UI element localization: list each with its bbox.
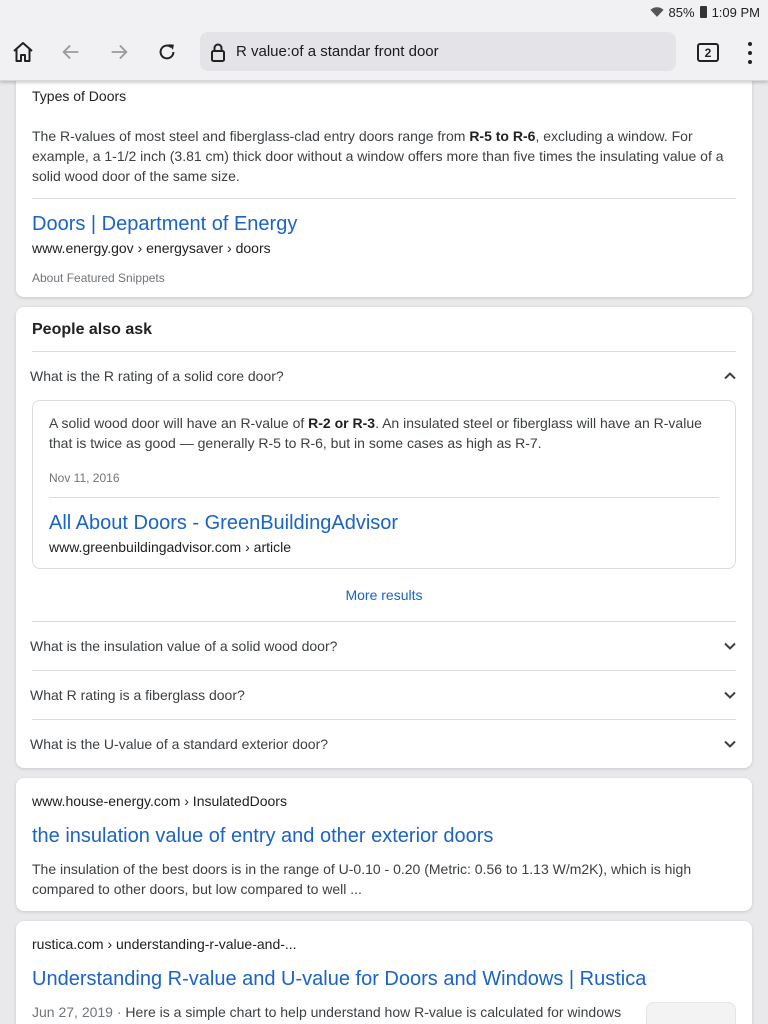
result-snippet: Jun 27, 2019 · Here is a simple chart to… <box>32 1004 622 1020</box>
paa-answer-box: A solid wood door will have an R-value o… <box>32 400 736 569</box>
battery-icon <box>699 6 707 18</box>
reload-button[interactable] <box>152 37 182 67</box>
forward-button[interactable] <box>104 37 134 67</box>
tabs-button[interactable]: 2 <box>697 43 719 62</box>
home-icon <box>13 42 33 62</box>
paa-question-expanded[interactable]: What is the R rating of a solid core doo… <box>16 352 752 398</box>
forward-arrow-icon <box>111 44 128 60</box>
result-date: Jun 27, 2019 <box>32 1004 113 1020</box>
battery-percent: 85% <box>668 4 695 20</box>
paa-question-text: What R rating is a fiberglass door? <box>30 687 245 703</box>
paa-answer-link-title[interactable]: All About Doors - GreenBuildingAdvisor <box>49 512 398 535</box>
paa-question[interactable]: What is the U-value of a standard exteri… <box>16 720 752 768</box>
result-title-link[interactable]: Understanding R-value and U-value for Do… <box>32 968 646 991</box>
paa-answer-date: Nov 11, 2016 <box>49 471 120 485</box>
paa-question-text: What is the insulation value of a solid … <box>30 638 338 654</box>
result-cite: www.house-energy.com › InsulatedDoors <box>32 793 287 809</box>
more-menu-button[interactable] <box>747 42 753 64</box>
result-title-link[interactable]: the insulation value of entry and other … <box>32 825 493 848</box>
paa-title: People also ask <box>32 321 153 338</box>
address-bar[interactable]: R value:of a standar front door <box>200 32 676 71</box>
result-thumbnail[interactable] <box>646 1002 736 1024</box>
url-text: R value:of a standar front door <box>236 43 439 60</box>
paa-answer-text: A solid wood door will have an R-value o… <box>49 415 702 451</box>
status-bar: 85% 1:09 PM <box>0 0 768 24</box>
chevron-down-icon <box>724 691 736 699</box>
back-arrow-icon <box>62 44 79 60</box>
chevron-up-icon <box>724 372 736 380</box>
featured-snippet-card: Types of Doors The R-values of most stee… <box>16 70 752 297</box>
chevron-down-icon <box>724 642 736 650</box>
paa-question-text: What is the U-value of a standard exteri… <box>30 736 329 752</box>
snippet-heading: Types of Doors <box>32 88 127 104</box>
result-snippet: The insulation of the best doors is in t… <box>32 861 692 897</box>
back-button[interactable] <box>56 37 86 67</box>
paa-question[interactable]: What R rating is a fiberglass door? <box>16 671 752 719</box>
snippet-cite: www.energy.gov › energysaver › doors <box>32 240 271 256</box>
search-result-rustica: rustica.com › understanding-r-value-and-… <box>16 921 752 1024</box>
paa-answer-cite: www.greenbuildingadvisor.com › article <box>49 539 291 555</box>
snippet-link-title[interactable]: Doors | Department of Energy <box>32 213 297 236</box>
more-results-link[interactable]: More results <box>16 587 752 603</box>
clock: 1:09 PM <box>711 4 760 20</box>
divider <box>49 497 719 498</box>
paa-question[interactable]: What is the insulation value of a solid … <box>16 622 752 670</box>
lock-icon <box>211 43 225 62</box>
people-also-ask-card: People also ask What is the R rating of … <box>16 307 752 768</box>
browser-toolbar: R value:of a standar front door 2 <box>0 24 768 81</box>
divider <box>32 198 736 199</box>
result-cite: rustica.com › understanding-r-value-and-… <box>32 936 297 952</box>
wifi-icon <box>649 7 664 17</box>
snippet-text: The R-values of most steel and fiberglas… <box>32 128 724 184</box>
chevron-down-icon <box>724 740 736 748</box>
home-button[interactable] <box>8 37 38 67</box>
about-featured-snippets-link[interactable]: About Featured Snippets <box>32 271 165 285</box>
reload-icon <box>159 44 175 60</box>
paa-question-text: What is the R rating of a solid core doo… <box>30 368 284 384</box>
search-result-house-energy: www.house-energy.com › InsulatedDoors th… <box>16 778 752 911</box>
